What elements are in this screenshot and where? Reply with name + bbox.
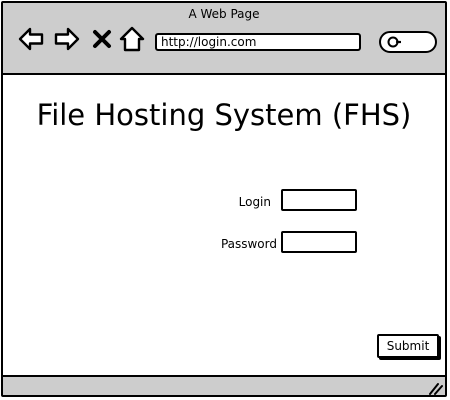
forward-button[interactable]	[53, 25, 81, 53]
resize-grip-icon[interactable]	[427, 381, 443, 395]
login-label: Login	[238, 195, 271, 209]
password-input[interactable]	[281, 231, 357, 253]
login-input[interactable]	[281, 189, 357, 211]
submit-button[interactable]: Submit	[377, 334, 439, 358]
search-icon	[387, 36, 401, 48]
address-bar[interactable]: http://login.com	[155, 33, 361, 51]
stop-button[interactable]	[91, 25, 113, 53]
browser-window: A Web Page http://login.com File Hosting…	[1, 1, 447, 397]
back-button[interactable]	[17, 25, 45, 53]
browser-toolbar: A Web Page http://login.com	[3, 3, 445, 75]
page-title: File Hosting System (FHS)	[36, 98, 412, 132]
arrow-left-icon	[18, 27, 44, 51]
status-bar	[3, 375, 445, 395]
home-button[interactable]	[119, 25, 145, 53]
arrow-right-icon	[54, 27, 80, 51]
search-field[interactable]	[379, 31, 437, 53]
password-label: Password	[220, 237, 277, 251]
close-icon	[93, 30, 111, 48]
home-icon	[119, 26, 145, 52]
window-title: A Web Page	[188, 7, 260, 21]
